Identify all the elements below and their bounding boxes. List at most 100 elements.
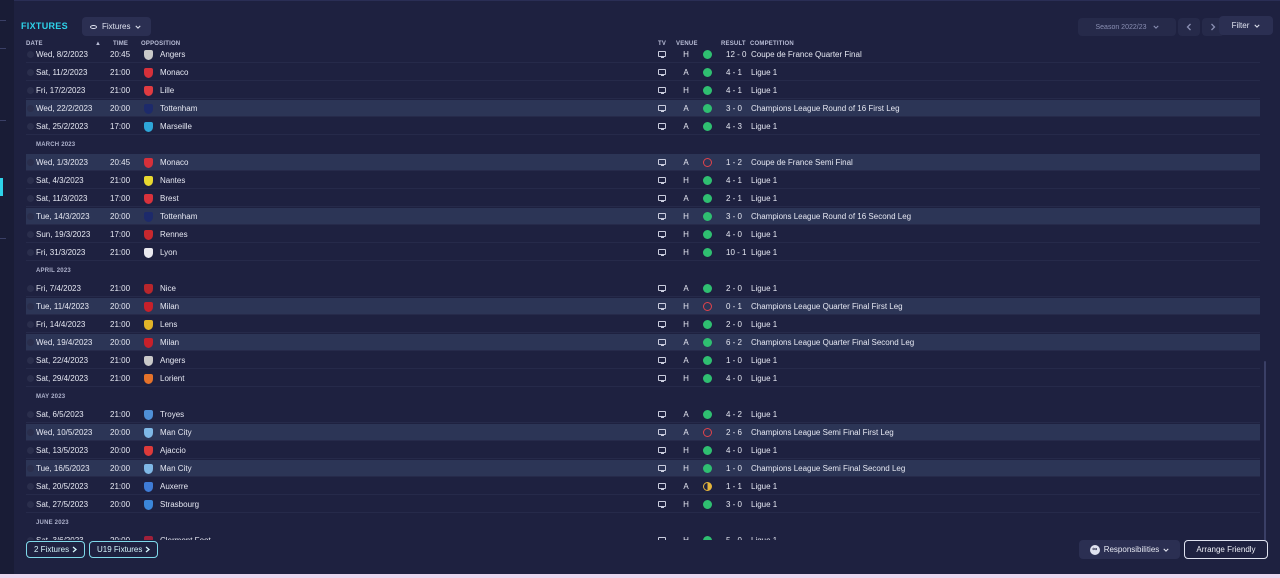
competition-link[interactable]: Coupe de France Quarter Final <box>751 50 862 63</box>
fixture-score[interactable]: 4 - 2 <box>726 406 742 423</box>
fixture-row[interactable]: Sat, 22/4/2023 21:00 Angers A 1 - 0 Ligue 1 <box>26 352 1260 369</box>
row-select-icon[interactable] <box>27 213 34 220</box>
fixture-row[interactable]: Sat, 11/3/2023 17:00 Brest A 2 - 1 Ligue 1 <box>26 190 1260 207</box>
row-select-icon[interactable] <box>27 483 34 490</box>
row-select-icon[interactable] <box>27 321 34 328</box>
opponent-link[interactable]: Tottenham <box>160 100 197 117</box>
row-select-icon[interactable] <box>27 195 34 202</box>
opponent-link[interactable]: Monaco <box>160 64 188 81</box>
competition-link[interactable]: Ligue 1 <box>751 190 777 207</box>
fixture-score[interactable]: 3 - 0 <box>726 100 742 117</box>
fixture-score[interactable]: 3 - 0 <box>726 496 742 513</box>
competition-link[interactable]: Ligue 1 <box>751 442 777 459</box>
opponent-link[interactable]: Ajaccio <box>160 442 186 459</box>
fixture-score[interactable]: 2 - 6 <box>726 424 742 441</box>
competition-link[interactable]: Ligue 1 <box>751 244 777 261</box>
competition-link[interactable]: Ligue 1 <box>751 226 777 243</box>
opponent-link[interactable]: Lens <box>160 316 177 333</box>
fixture-score[interactable]: 2 - 0 <box>726 280 742 297</box>
row-select-icon[interactable] <box>27 285 34 292</box>
row-select-icon[interactable] <box>27 411 34 418</box>
fixture-score[interactable]: 4 - 0 <box>726 370 742 387</box>
fixture-row[interactable]: Sat, 13/5/2023 20:00 Ajaccio H 4 - 0 Ligue 1 <box>26 442 1260 459</box>
fixture-row[interactable]: Wed, 22/2/2023 20:00 Tottenham A 3 - 0 Champi… <box>26 100 1260 117</box>
opponent-link[interactable]: Lorient <box>160 370 184 387</box>
opponent-link[interactable]: Angers <box>160 352 185 369</box>
opponent-link[interactable]: Rennes <box>160 226 188 243</box>
fixture-row[interactable]: Fri, 7/4/2023 21:00 Nice A 2 - 0 Ligue 1 <box>26 280 1260 297</box>
fixture-score[interactable]: 1 - 2 <box>726 154 742 171</box>
row-select-icon[interactable] <box>27 177 34 184</box>
opponent-link[interactable]: Brest <box>160 190 179 207</box>
competition-link[interactable]: Champions League Round of 16 Second Leg <box>751 208 911 225</box>
fixture-score[interactable]: 4 - 3 <box>726 118 742 135</box>
competition-link[interactable]: Ligue 1 <box>751 370 777 387</box>
opponent-link[interactable]: Troyes <box>160 406 184 423</box>
competition-link[interactable]: Ligue 1 <box>751 532 777 540</box>
row-select-icon[interactable] <box>27 303 34 310</box>
season-dropdown[interactable]: Season 2022/23 <box>1078 18 1176 36</box>
row-select-icon[interactable] <box>27 465 34 472</box>
fixture-score[interactable]: 4 - 1 <box>726 172 742 189</box>
opponent-link[interactable]: Clermont Foot <box>160 532 211 540</box>
fixture-row[interactable]: Fri, 31/3/2023 21:00 Lyon H 10 - 1 Ligue 1 <box>26 244 1260 261</box>
fixture-score[interactable]: 1 - 1 <box>726 478 742 495</box>
fixtures-count-link[interactable]: 2 Fixtures <box>26 541 86 558</box>
opponent-link[interactable]: Angers <box>160 50 185 63</box>
opponent-link[interactable]: Marseille <box>160 118 192 135</box>
responsibilities-button[interactable]: ∞ Responsibilities <box>1079 540 1180 559</box>
competition-link[interactable]: Ligue 1 <box>751 118 777 135</box>
row-select-icon[interactable] <box>27 123 34 130</box>
fixture-score[interactable]: 5 - 0 <box>726 532 742 540</box>
row-select-icon[interactable] <box>27 537 34 540</box>
fixture-row[interactable]: Sat, 29/4/2023 21:00 Lorient H 4 - 0 Ligue 1 <box>26 370 1260 387</box>
row-select-icon[interactable] <box>27 339 34 346</box>
opponent-link[interactable]: Nantes <box>160 172 185 189</box>
fixture-row[interactable]: Fri, 14/4/2023 21:00 Lens H 2 - 0 Ligue 1 <box>26 316 1260 333</box>
fixture-row[interactable]: Sat, 6/5/2023 21:00 Troyes A 4 - 2 Ligue 1 <box>26 406 1260 423</box>
fixture-score[interactable]: 12 - 0 <box>726 50 746 63</box>
opponent-link[interactable]: Strasbourg <box>160 496 199 513</box>
fixture-score[interactable]: 10 - 1 <box>726 244 746 261</box>
opponent-link[interactable]: Tottenham <box>160 208 197 225</box>
fixture-score[interactable]: 3 - 0 <box>726 208 742 225</box>
fixture-row[interactable]: Sat, 27/5/2023 20:00 Strasbourg H 3 - 0 Ligue… <box>26 496 1260 513</box>
competition-link[interactable]: Ligue 1 <box>751 280 777 297</box>
competition-link[interactable]: Ligue 1 <box>751 172 777 189</box>
opponent-link[interactable]: Milan <box>160 298 179 315</box>
fixture-row[interactable]: Tue, 16/5/2023 20:00 Man City H 1 - 0 Champio… <box>26 460 1260 477</box>
opponent-link[interactable]: Nice <box>160 280 176 297</box>
arrange-friendly-button[interactable]: Arrange Friendly <box>1184 540 1268 559</box>
row-select-icon[interactable] <box>27 231 34 238</box>
competition-link[interactable]: Ligue 1 <box>751 82 777 99</box>
fixture-score[interactable]: 4 - 0 <box>726 226 742 243</box>
competition-link[interactable]: Champions League Semi Final Second Leg <box>751 460 905 477</box>
fixture-row[interactable]: Sat, 11/2/2023 21:00 Monaco A 4 - 1 Ligue 1 <box>26 64 1260 81</box>
row-select-icon[interactable] <box>27 447 34 454</box>
fixture-row[interactable]: Wed, 8/2/2023 20:45 Angers H 12 - 0 Coupe de … <box>26 50 1260 63</box>
fixture-score[interactable]: 1 - 0 <box>726 352 742 369</box>
competition-link[interactable]: Ligue 1 <box>751 352 777 369</box>
opponent-link[interactable]: Lille <box>160 82 174 99</box>
fixture-row[interactable]: Sat, 25/2/2023 17:00 Marseille A 4 - 3 Ligue … <box>26 118 1260 135</box>
fixture-score[interactable]: 2 - 0 <box>726 316 742 333</box>
fixture-score[interactable]: 4 - 1 <box>726 64 742 81</box>
opponent-link[interactable]: Monaco <box>160 154 188 171</box>
row-select-icon[interactable] <box>27 105 34 112</box>
fixture-row[interactable]: Sat, 3/6/2023 20:00 Clermont Foot H 5 - 0 Lig… <box>26 532 1260 540</box>
opponent-link[interactable]: Lyon <box>160 244 177 261</box>
fixture-row[interactable]: Tue, 11/4/2023 20:00 Milan H 0 - 1 Champions … <box>26 298 1260 315</box>
opponent-link[interactable]: Milan <box>160 334 179 351</box>
fixture-score[interactable]: 6 - 2 <box>726 334 742 351</box>
scrollbar[interactable] <box>1264 361 1266 541</box>
competition-link[interactable]: Ligue 1 <box>751 64 777 81</box>
fixture-row[interactable]: Sat, 20/5/2023 21:00 Auxerre A 1 - 1 Ligue 1 <box>26 478 1260 495</box>
competition-link[interactable]: Ligue 1 <box>751 406 777 423</box>
filter-button[interactable]: Filter <box>1219 16 1273 35</box>
row-select-icon[interactable] <box>27 357 34 364</box>
fixture-score[interactable]: 4 - 0 <box>726 442 742 459</box>
row-select-icon[interactable] <box>27 51 34 58</box>
fixture-row[interactable]: Tue, 14/3/2023 20:00 Tottenham H 3 - 0 Champi… <box>26 208 1260 225</box>
competition-link[interactable]: Coupe de France Semi Final <box>751 154 853 171</box>
fixture-score[interactable]: 0 - 1 <box>726 298 742 315</box>
